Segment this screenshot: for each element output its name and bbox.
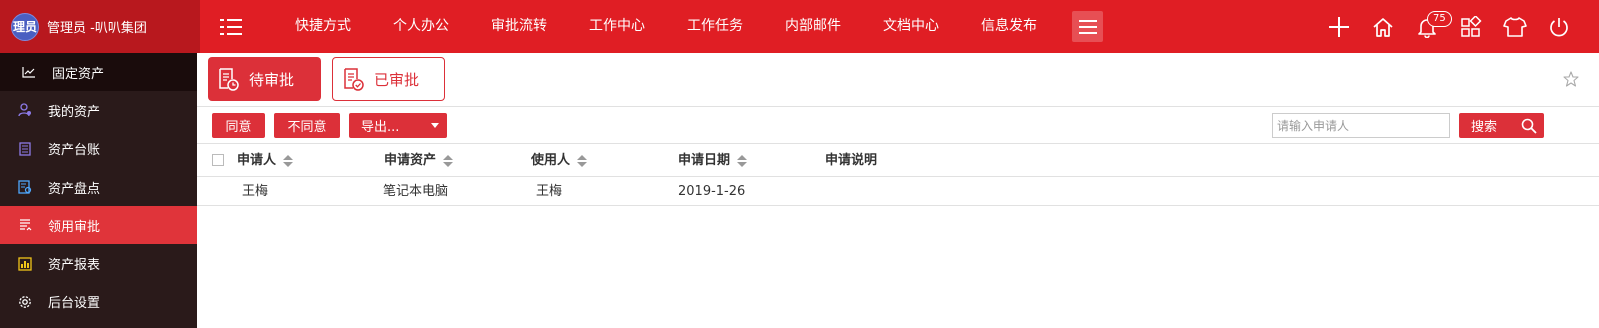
action-toolbar: 同意 不同意 导出... 搜索 xyxy=(197,107,1599,144)
home-icon[interactable] xyxy=(1361,0,1405,53)
sidebar-item-label: 资产盘点 xyxy=(48,181,101,197)
sidebar-item-label: 后台设置 xyxy=(48,296,101,312)
column-label: 申请资产 xyxy=(384,153,437,168)
tab-approved[interactable]: 已审批 xyxy=(332,57,445,101)
tab-pending-approval[interactable]: 待审批 xyxy=(208,57,321,101)
chart-icon xyxy=(22,65,36,79)
sidebar-item-label: 领用审批 xyxy=(48,219,101,235)
export-label: 导出... xyxy=(361,120,400,135)
hamburger-icon[interactable] xyxy=(1072,11,1103,42)
power-icon[interactable] xyxy=(1537,0,1581,53)
brand-area: 理员 管理员 -叭叭集团 xyxy=(0,0,200,53)
chevron-down-icon xyxy=(431,123,439,128)
tab-label: 待审批 xyxy=(249,70,295,89)
applicant-search-input[interactable] xyxy=(1272,113,1450,138)
column-header-user[interactable]: 使用人 xyxy=(531,144,588,177)
nav-info-publish[interactable]: 信息发布 xyxy=(960,0,1058,53)
cell-asset: 笔记本电脑 xyxy=(383,184,449,199)
column-header-applicant[interactable]: 申请人 xyxy=(237,144,294,177)
bell-icon[interactable]: 75 xyxy=(1405,0,1452,53)
nav-approval-flow[interactable]: 审批流转 xyxy=(470,0,568,53)
agree-button[interactable]: 同意 xyxy=(212,113,265,138)
star-icon[interactable] xyxy=(1563,71,1579,91)
sidebar-item-my-assets[interactable]: 我的资产 xyxy=(0,91,197,129)
search-button[interactable]: 搜索 xyxy=(1459,113,1544,138)
sidebar-item-label: 资产报表 xyxy=(48,258,101,274)
sort-icon xyxy=(737,154,748,167)
inventory-icon xyxy=(18,180,32,194)
sort-icon xyxy=(443,154,454,167)
column-header-description: 申请说明 xyxy=(825,144,877,177)
user-org-name: 管理员 -叭叭集团 xyxy=(47,21,147,36)
menu-toggle-icon[interactable] xyxy=(218,14,244,40)
select-all-checkbox[interactable] xyxy=(212,154,224,166)
column-label: 使用人 xyxy=(531,153,571,168)
sidebar: 固定资产 我的资产 资产台账 资产盘点 领用审批 资产报表 后台设置 xyxy=(0,53,197,328)
column-label: 申请说明 xyxy=(825,153,878,168)
user-asset-icon xyxy=(18,103,32,117)
main-nav: 快捷方式 个人办公 审批流转 工作中心 工作任务 内部邮件 文档中心 信息发布 xyxy=(274,0,1103,53)
cell-date: 2019-1-26 xyxy=(678,184,746,199)
column-header-asset[interactable]: 申请资产 xyxy=(384,144,454,177)
report-icon xyxy=(18,256,32,271)
apps-grid-icon[interactable] xyxy=(1449,0,1493,53)
nav-document-center[interactable]: 文档中心 xyxy=(862,0,960,53)
top-bar: 理员 管理员 -叭叭集团 快捷方式 个人办公 审批流转 工作中心 工作任务 内部… xyxy=(0,0,1599,53)
tabs-row: 待审批 已审批 xyxy=(197,53,1599,107)
tab-label: 已审批 xyxy=(374,70,420,89)
sidebar-item-label: 我的资产 xyxy=(48,104,101,120)
search-icon xyxy=(1521,118,1537,134)
main-content: 待审批 已审批 同意 不同意 导出... 搜索 xyxy=(197,53,1599,328)
nav-work-tasks[interactable]: 工作任务 xyxy=(666,0,764,53)
approval-icon xyxy=(18,218,32,232)
gear-icon xyxy=(18,295,32,309)
search-label: 搜索 xyxy=(1471,120,1498,135)
table-row[interactable]: 王梅 笔记本电脑 王梅 2019-1-26 xyxy=(197,177,1599,206)
export-dropdown-button[interactable]: 导出... xyxy=(349,113,447,138)
approved-doc-icon xyxy=(344,68,364,91)
shirt-icon[interactable] xyxy=(1493,0,1537,53)
column-label: 申请日期 xyxy=(678,153,731,168)
sidebar-section-label: 固定资产 xyxy=(52,66,105,82)
sidebar-item-asset-report[interactable]: 资产报表 xyxy=(0,244,197,282)
avatar[interactable]: 理员 xyxy=(11,12,39,41)
nav-shortcuts[interactable]: 快捷方式 xyxy=(274,0,372,53)
sidebar-item-requisition-approval[interactable]: 领用审批 xyxy=(0,206,197,245)
sidebar-section-fixed-assets[interactable]: 固定资产 xyxy=(0,53,197,92)
ledger-icon xyxy=(18,142,32,156)
sidebar-item-label: 资产台账 xyxy=(48,143,101,159)
nav-personal-office[interactable]: 个人办公 xyxy=(372,0,470,53)
sort-icon xyxy=(283,154,294,167)
disagree-button[interactable]: 不同意 xyxy=(274,113,340,138)
sort-icon xyxy=(577,154,588,167)
column-label: 申请人 xyxy=(237,153,277,168)
nav-work-center[interactable]: 工作中心 xyxy=(568,0,666,53)
header-tools: 75 xyxy=(1317,0,1581,53)
plus-icon[interactable] xyxy=(1317,0,1361,53)
sidebar-item-backend-settings[interactable]: 后台设置 xyxy=(0,283,197,321)
pending-doc-icon xyxy=(219,68,239,91)
cell-user: 王梅 xyxy=(536,184,563,199)
cell-applicant: 王梅 xyxy=(242,184,269,199)
sidebar-item-asset-inventory[interactable]: 资产盘点 xyxy=(0,168,197,206)
table-header: 申请人 申请资产 使用人 申请日期 申请说明 xyxy=(197,144,1599,177)
nav-internal-mail[interactable]: 内部邮件 xyxy=(764,0,862,53)
column-header-date[interactable]: 申请日期 xyxy=(678,144,748,177)
sidebar-item-asset-ledger[interactable]: 资产台账 xyxy=(0,130,197,168)
